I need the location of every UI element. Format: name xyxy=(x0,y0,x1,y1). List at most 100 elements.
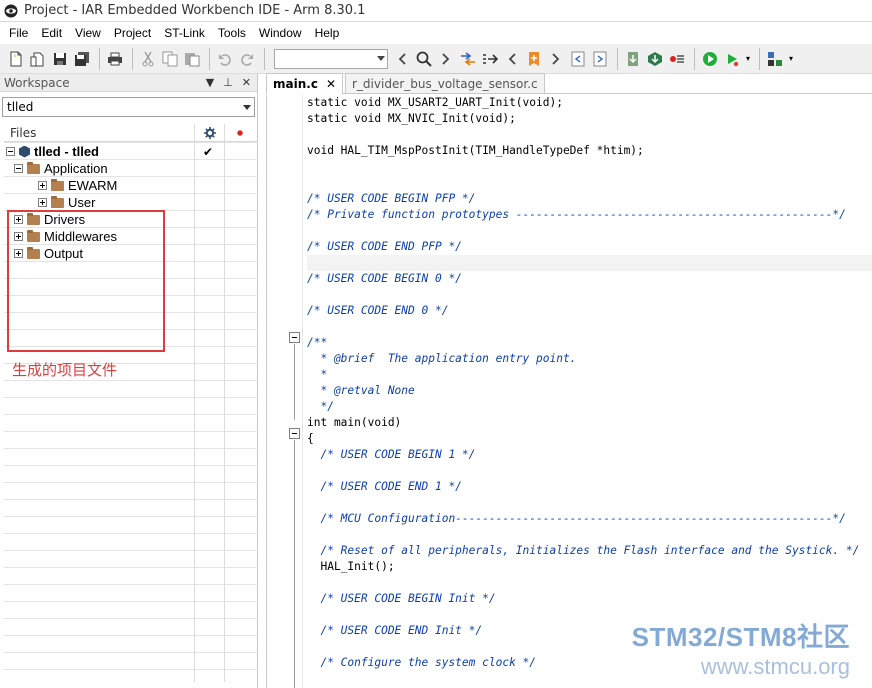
menu-window[interactable]: Window xyxy=(252,22,308,44)
open-icon[interactable] xyxy=(28,48,48,70)
fold-line xyxy=(294,440,295,688)
collapse-icon[interactable] xyxy=(14,164,23,173)
breakpoint-dot-icon[interactable] xyxy=(224,123,254,142)
prev-bookmark-icon[interactable] xyxy=(502,48,522,70)
search-combo[interactable] xyxy=(274,48,388,69)
code-line[interactable]: /* Reset of all peripherals, Initializes… xyxy=(307,543,872,559)
find-icon[interactable] xyxy=(414,48,434,70)
code-line[interactable] xyxy=(307,575,872,591)
make-icon[interactable] xyxy=(645,48,665,70)
code-line[interactable] xyxy=(307,527,872,543)
new-file-icon[interactable] xyxy=(6,48,26,70)
undo-icon[interactable] xyxy=(215,48,235,70)
goto-icon[interactable] xyxy=(458,48,478,70)
close-icon[interactable]: ✕ xyxy=(326,77,336,91)
code-line[interactable]: /** xyxy=(307,335,872,351)
code-line[interactable]: int main(void) xyxy=(307,415,872,431)
code-line[interactable] xyxy=(307,175,872,191)
code-line[interactable]: /* USER CODE END 1 */ xyxy=(307,479,872,495)
code-line[interactable]: /* USER CODE BEGIN 1 */ xyxy=(307,447,872,463)
save-all-icon[interactable] xyxy=(72,48,92,70)
pin-icon[interactable]: ⊥ xyxy=(223,76,233,89)
menu-project[interactable]: Project xyxy=(107,22,157,44)
code-line[interactable] xyxy=(307,223,872,239)
close-icon[interactable]: ✕ xyxy=(242,76,251,89)
tree-item-user[interactable]: User xyxy=(38,194,95,211)
ide-settings-icon[interactable] xyxy=(765,48,785,70)
toolbar-overflow-icon[interactable]: ▾ xyxy=(787,48,795,70)
code-line[interactable]: /* USER CODE BEGIN 0 */ xyxy=(307,271,872,287)
debug-icon[interactable] xyxy=(722,48,742,70)
code-line[interactable]: /* MCU Configuration--------------------… xyxy=(307,511,872,527)
code-line[interactable]: void HAL_TIM_MspPostInit(TIM_HandleTypeD… xyxy=(307,143,872,159)
code-line[interactable] xyxy=(307,127,872,143)
app-logo-icon xyxy=(3,3,19,19)
code-line[interactable]: /* Private function prototypes ---------… xyxy=(307,207,872,223)
chevron-down-icon[interactable] xyxy=(377,55,385,61)
save-icon[interactable] xyxy=(50,48,70,70)
gear-icon[interactable] xyxy=(194,123,224,142)
code-line[interactable] xyxy=(307,319,872,335)
menu-tools[interactable]: Tools xyxy=(211,22,252,44)
checkmark-icon[interactable]: ✔ xyxy=(203,143,213,160)
tree-item-tlled-tlled[interactable]: tlled - tlled xyxy=(6,143,99,160)
code-line[interactable]: * @retval None xyxy=(307,383,872,399)
collapse-icon[interactable] xyxy=(6,147,15,156)
workspace-title: Workspace xyxy=(4,75,70,90)
redo-icon[interactable] xyxy=(237,48,257,70)
code-line[interactable] xyxy=(307,463,872,479)
find-prev-icon[interactable] xyxy=(392,48,412,70)
folder-icon xyxy=(51,195,64,208)
chevron-down-icon[interactable]: ▼ xyxy=(206,76,214,89)
code-area[interactable]: static void MX_USART2_UART_Init(void); st… xyxy=(266,95,872,688)
cut-icon[interactable] xyxy=(138,48,158,70)
prev-breakpoint-icon[interactable] xyxy=(568,48,588,70)
copy-icon[interactable] xyxy=(160,48,180,70)
code-line[interactable]: * xyxy=(307,367,872,383)
code-line[interactable]: /* USER CODE BEGIN PFP */ xyxy=(307,191,872,207)
fold-toggle-icon[interactable] xyxy=(289,428,300,439)
code-line[interactable] xyxy=(307,255,872,271)
files-column-header[interactable]: Files xyxy=(4,126,194,140)
menu-edit[interactable]: Edit xyxy=(34,22,68,44)
code-line[interactable] xyxy=(307,287,872,303)
menu-help[interactable]: Help xyxy=(308,22,346,44)
find-next-icon[interactable] xyxy=(436,48,456,70)
chevron-down-icon[interactable] xyxy=(243,105,251,110)
code-line[interactable]: /* USER CODE END PFP */ xyxy=(307,239,872,255)
menu-file[interactable]: File xyxy=(2,22,34,44)
code-line[interactable]: HAL_Init(); xyxy=(307,559,872,575)
menu-view[interactable]: View xyxy=(68,22,107,44)
tab-main-c[interactable]: main.c ✕ xyxy=(266,73,343,94)
toolbar-overflow-icon[interactable]: ▾ xyxy=(744,48,752,70)
tree-item-application[interactable]: Application xyxy=(14,160,108,177)
tab-label: r_divider_bus_voltage_sensor.c xyxy=(352,76,538,91)
code-line[interactable] xyxy=(307,495,872,511)
code-line[interactable]: * @brief The application entry point. xyxy=(307,351,872,367)
code-line[interactable]: static void MX_NVIC_Init(void); xyxy=(307,111,872,127)
code-line[interactable] xyxy=(307,159,872,175)
next-breakpoint-icon[interactable] xyxy=(590,48,610,70)
stop-build-icon[interactable] xyxy=(667,48,687,70)
expand-icon[interactable] xyxy=(38,198,47,207)
configuration-select[interactable]: tlled xyxy=(2,97,255,117)
fold-column xyxy=(287,95,301,688)
fold-toggle-icon[interactable] xyxy=(289,332,300,343)
code-line[interactable]: /* USER CODE BEGIN Init */ xyxy=(307,591,872,607)
print-icon[interactable] xyxy=(105,48,125,70)
tree-item-ewarm[interactable]: EWARM xyxy=(38,177,117,194)
paste-icon[interactable] xyxy=(182,48,202,70)
code-line[interactable]: { xyxy=(307,431,872,447)
compile-icon[interactable] xyxy=(623,48,643,70)
expand-icon[interactable] xyxy=(38,181,47,190)
code-text[interactable]: static void MX_USART2_UART_Init(void); st… xyxy=(307,95,872,688)
code-line[interactable]: static void MX_USART2_UART_Init(void); xyxy=(307,95,872,111)
toggle-bookmark-icon[interactable] xyxy=(524,48,544,70)
bookmark-icon[interactable] xyxy=(480,48,500,70)
menu-st-link[interactable]: ST-Link xyxy=(157,22,211,44)
next-bookmark-icon[interactable] xyxy=(546,48,566,70)
code-line[interactable]: */ xyxy=(307,399,872,415)
code-line[interactable]: /* USER CODE END 0 */ xyxy=(307,303,872,319)
debug-download-icon[interactable] xyxy=(700,48,720,70)
tab-r-divider-bus-voltage-sensor-c[interactable]: r_divider_bus_voltage_sensor.c xyxy=(345,73,545,93)
